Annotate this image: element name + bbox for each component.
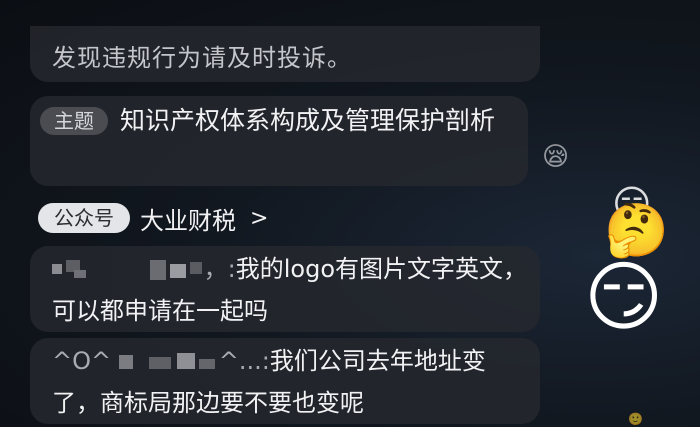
- comment-item: ^O^ ^...:我们公司去年地址变了，商标局那边要不要也变呢: [52, 340, 532, 424]
- official-account-link[interactable]: 公众号 大业财税 >: [38, 201, 268, 236]
- topic-title[interactable]: 知识产权体系构成及管理保护剖析: [48, 100, 518, 142]
- official-account-name[interactable]: 大业财税: [140, 201, 236, 236]
- official-account-tag: 公众号: [38, 203, 130, 233]
- comment-item: ，:我的logo有图片文字英文，可以都申请在一起吗: [52, 248, 532, 332]
- redacted-username-icon: [52, 260, 86, 280]
- comment-text: 我们公司去年地址变了，商标局那边要不要也变呢: [52, 347, 486, 417]
- redacted-username-icon: [149, 260, 204, 280]
- redacted-username-icon: [118, 353, 219, 371]
- comment-user-suffix: ^...:: [218, 347, 270, 375]
- sleepy-face-icon: 😪: [542, 142, 570, 172]
- comment-text: 我的logo有图片文字英文，可以都申请在一起吗: [52, 255, 528, 325]
- comment-user-prefix: ^O^: [52, 347, 112, 375]
- tiny-face-icon: 🙂: [628, 412, 643, 426]
- smirking-pointing-face-icon: 😏: [584, 252, 664, 341]
- chevron-right-icon[interactable]: >: [250, 206, 268, 231]
- violation-notice: 发现违规行为请及时投诉。: [52, 44, 352, 72]
- comment-user-suffix: ，:: [203, 255, 236, 283]
